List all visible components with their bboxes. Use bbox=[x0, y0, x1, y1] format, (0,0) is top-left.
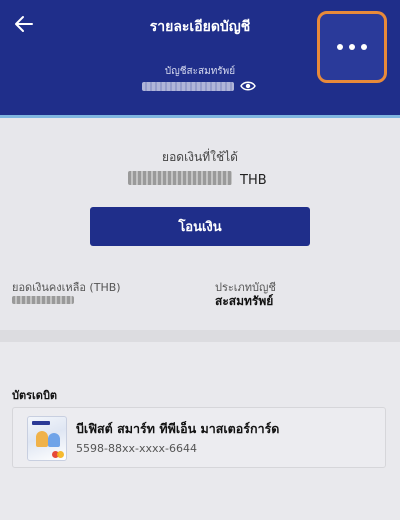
masked-account-number bbox=[142, 82, 234, 91]
card-figure bbox=[48, 433, 60, 447]
card-stripe bbox=[32, 421, 50, 425]
account-type-value: สะสมทรัพย์ bbox=[215, 294, 274, 308]
mastercard-icon bbox=[57, 451, 64, 458]
currency-label: THB bbox=[240, 173, 267, 188]
transfer-button[interactable]: โอนเงิน bbox=[90, 207, 310, 246]
card-name: บีเฟิสต์ สมาร์ท ทีพีเอ็น มาสเตอร์การ์ด bbox=[76, 421, 280, 436]
card-number: 5598-88xx-xxxx-6644 bbox=[76, 442, 197, 455]
card-thumbnail bbox=[27, 416, 67, 461]
masked-available-balance bbox=[128, 171, 232, 185]
more-dot bbox=[349, 44, 355, 50]
debit-card-title: บัตรเดบิต bbox=[12, 389, 58, 402]
section-divider bbox=[0, 330, 400, 342]
eye-icon[interactable] bbox=[240, 79, 256, 93]
ledger-balance-label: ยอดเงินคงเหลือ (THB) bbox=[12, 281, 121, 294]
debit-card-item[interactable]: บีเฟิสต์ สมาร์ท ทีพีเอ็น มาสเตอร์การ์ด 5… bbox=[12, 407, 386, 468]
card-figure bbox=[36, 431, 48, 447]
more-dots-icon bbox=[337, 44, 343, 50]
available-balance-label: ยอดเงินที่ใช้ได้ bbox=[162, 150, 238, 164]
masked-ledger-balance bbox=[12, 296, 74, 304]
account-type-header: บัญชีสะสมทรัพย์ bbox=[164, 66, 236, 77]
more-dot bbox=[361, 44, 367, 50]
